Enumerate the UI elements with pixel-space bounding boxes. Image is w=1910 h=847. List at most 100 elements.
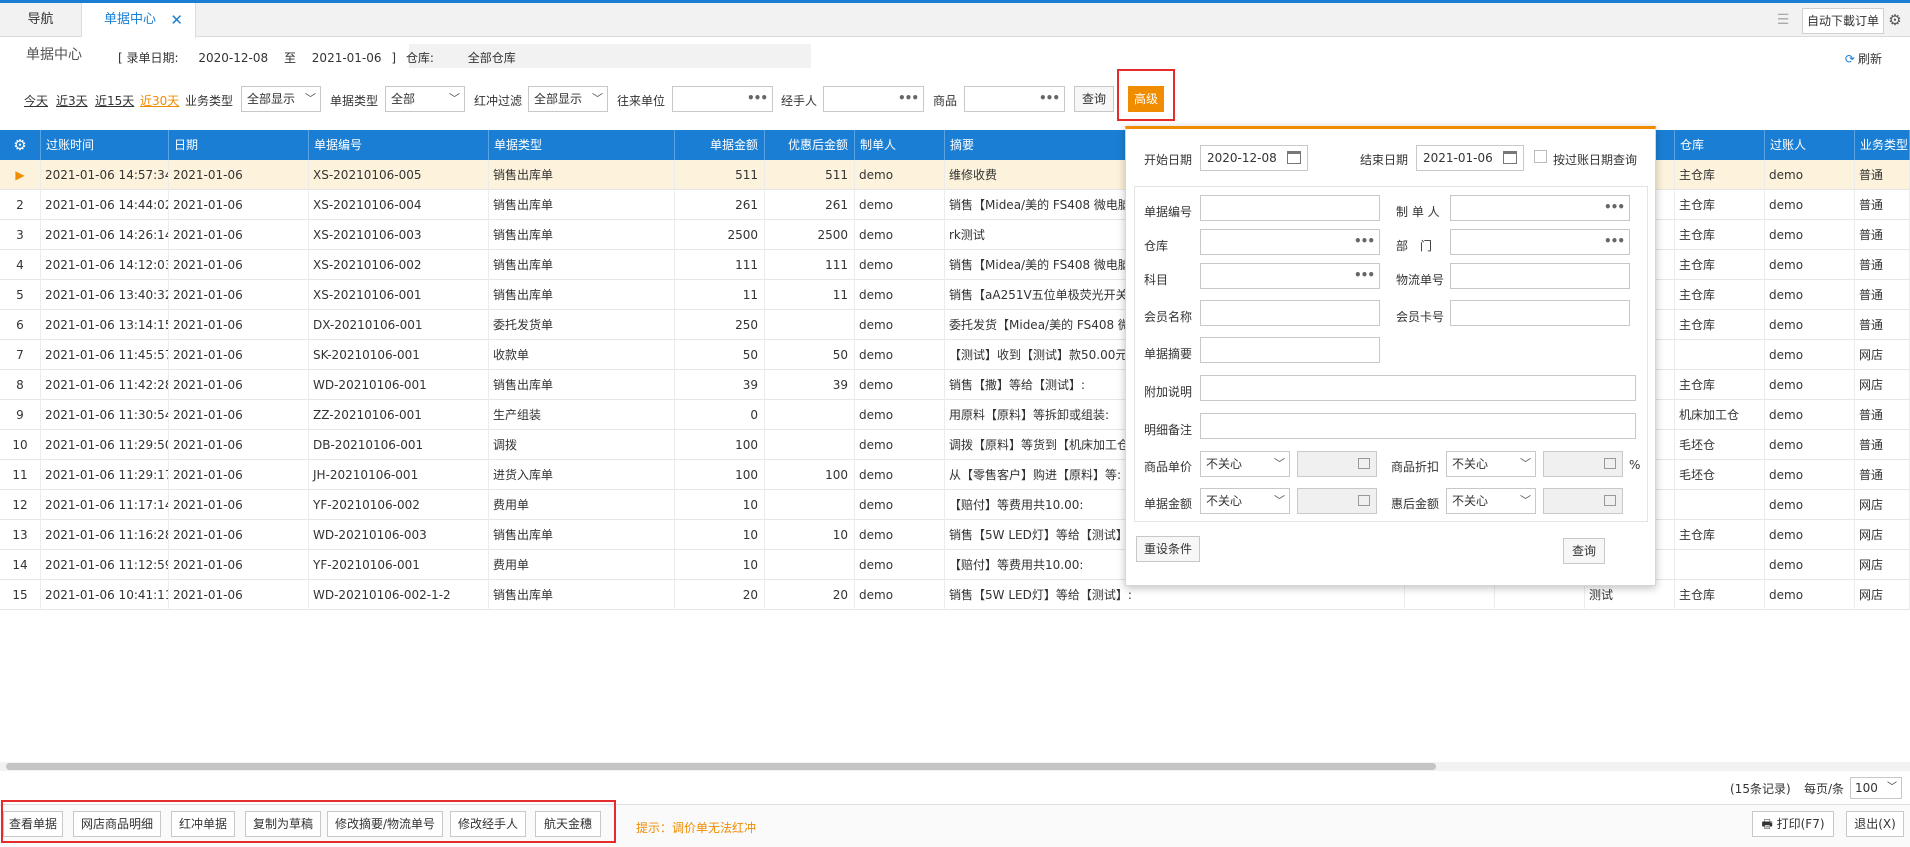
post-date-label: 按过账日期查询 <box>1553 153 1638 167</box>
after-amount-value-input[interactable] <box>1543 488 1623 514</box>
horizontal-scrollbar[interactable] <box>6 763 1436 770</box>
cell-doc-no: WD-20210106-002-1-2 <box>309 580 489 610</box>
cell-maker: demo <box>855 280 945 310</box>
start-date-label: 开始日期 <box>1144 153 1193 167</box>
cell-after-amount <box>765 490 855 520</box>
cell-poster: demo <box>1765 400 1855 430</box>
gear-icon[interactable]: ⚙ <box>0 130 41 160</box>
list-icon[interactable]: ☰ <box>1768 8 1798 34</box>
member-card-input[interactable] <box>1450 300 1630 326</box>
exit-button[interactable]: 退出(X) <box>1846 811 1904 837</box>
col-warehouse[interactable]: 仓库 <box>1675 130 1765 160</box>
cell-after-amount: 11 <box>765 280 855 310</box>
col-doc-type[interactable]: 单据类型 <box>489 130 675 160</box>
summary-input[interactable] <box>1200 337 1380 363</box>
cell-maker: demo <box>855 490 945 520</box>
extra-input[interactable] <box>1200 375 1636 401</box>
subject-input[interactable]: ••• <box>1200 263 1380 289</box>
cell-biz-type: 普通 <box>1855 400 1910 430</box>
cell-row-index: 14 <box>0 550 41 580</box>
maker-input[interactable]: ••• <box>1450 195 1630 221</box>
calendar-icon[interactable] <box>1287 151 1301 164</box>
filter-3days[interactable]: 近3天 <box>56 92 88 109</box>
goods-input[interactable]: ••• <box>964 86 1065 112</box>
cell-amount: 0 <box>675 400 765 430</box>
col-poster[interactable]: 过账人 <box>1765 130 1855 160</box>
cell-doc-no: WD-20210106-003 <box>309 520 489 550</box>
calculator-icon[interactable] <box>1358 458 1370 469</box>
per-page-select[interactable]: 100 ﹀ <box>1850 777 1902 799</box>
calculator-icon[interactable] <box>1604 458 1616 469</box>
cell-poster: demo <box>1765 460 1855 490</box>
post-date-checkbox[interactable] <box>1534 150 1547 163</box>
doc-type-value: 全部 <box>391 92 416 106</box>
col-amount[interactable]: 单据金额 <box>675 130 765 160</box>
after-amount-select[interactable]: 不关心 ﹀ <box>1446 488 1536 514</box>
discount-select[interactable]: 不关心 ﹀ <box>1446 451 1536 477</box>
col-date[interactable]: 日期 <box>169 130 309 160</box>
red-filter-value: 全部显示 <box>534 92 583 106</box>
highlight-box-footer <box>1 800 616 843</box>
handler-input[interactable]: ••• <box>823 86 924 112</box>
gear-icon[interactable]: ⚙ <box>1884 8 1906 34</box>
cell-doc-type: 销售出库单 <box>489 580 675 610</box>
col-biz-type[interactable]: 业务类型 <box>1855 130 1910 160</box>
more-icon[interactable]: ••• <box>1354 230 1375 252</box>
more-icon[interactable]: ••• <box>898 87 919 109</box>
amount-select[interactable]: 不关心 ﹀ <box>1200 488 1290 514</box>
red-filter-select[interactable]: 全部显示 ﹀ <box>528 86 608 112</box>
reset-button[interactable]: 重设条件 <box>1136 536 1200 562</box>
end-date-input[interactable]: 2021-01-06 <box>1416 145 1524 171</box>
col-after-amount[interactable]: 优惠后金额 <box>765 130 855 160</box>
print-button[interactable]: 🖶 打印(F7) <box>1752 811 1834 837</box>
logistics-input[interactable] <box>1450 263 1630 289</box>
col-doc-no[interactable]: 单据编号 <box>309 130 489 160</box>
more-icon[interactable]: ••• <box>747 87 768 109</box>
start-date-input[interactable]: 2020-12-08 <box>1200 145 1308 171</box>
more-icon[interactable]: ••• <box>1604 196 1625 218</box>
dept-label: 部 门 <box>1396 239 1433 253</box>
more-icon[interactable]: ••• <box>1604 230 1625 252</box>
cell-warehouse <box>1675 340 1765 370</box>
advanced-query-button[interactable]: 查询 <box>1563 538 1605 564</box>
col-maker[interactable]: 制单人 <box>855 130 945 160</box>
amount-option: 不关心 <box>1206 494 1243 508</box>
member-name-input[interactable] <box>1200 300 1380 326</box>
doc-type-select[interactable]: 全部 ﹀ <box>385 86 465 112</box>
chevron-down-icon: ﹀ <box>1274 494 1285 507</box>
percent-sign: % <box>1629 458 1641 472</box>
more-icon[interactable]: ••• <box>1039 87 1060 109</box>
tab-document-center[interactable]: 单据中心 ✕ <box>82 3 196 38</box>
doc-no-input[interactable] <box>1200 195 1380 221</box>
filter-15days[interactable]: 近15天 <box>95 92 134 109</box>
col-post-time[interactable]: 过账时间 <box>41 130 169 160</box>
filter-30days[interactable]: 近30天 <box>140 92 179 109</box>
tab-navigation[interactable]: 导航 <box>0 3 82 37</box>
cell-row-index: 8 <box>0 370 41 400</box>
dept-input[interactable]: ••• <box>1450 229 1630 255</box>
calculator-icon[interactable] <box>1358 495 1370 506</box>
partner-label: 往来单位 <box>617 94 666 108</box>
detail-input[interactable] <box>1200 413 1636 439</box>
amount-value-input[interactable] <box>1297 488 1377 514</box>
more-icon[interactable]: ••• <box>1354 264 1375 286</box>
refresh-button[interactable]: ⟳ 刷新 <box>1845 50 1882 67</box>
filter-today[interactable]: 今天 <box>24 92 48 109</box>
partner-input[interactable]: ••• <box>672 86 773 112</box>
discount-value-input[interactable] <box>1543 451 1623 477</box>
cell-doc-type: 销售出库单 <box>489 280 675 310</box>
biz-type-select[interactable]: 全部显示 ﹀ <box>241 86 321 112</box>
cell-amount: 10 <box>675 490 765 520</box>
auto-download-button[interactable]: 自动下載订单 <box>1802 8 1884 34</box>
cell-biz-type: 网店 <box>1855 520 1910 550</box>
query-button[interactable]: 查询 <box>1074 86 1114 112</box>
unit-price-value-input[interactable] <box>1297 451 1377 477</box>
close-icon[interactable]: ✕ <box>170 3 183 37</box>
cell-row-index: 6 <box>0 310 41 340</box>
calendar-icon[interactable] <box>1503 151 1517 164</box>
cell-poster: demo <box>1765 520 1855 550</box>
unit-price-select[interactable]: 不关心 ﹀ <box>1200 451 1290 477</box>
cell-post-time: 2021-01-06 14:57:34 <box>41 160 169 190</box>
calculator-icon[interactable] <box>1604 495 1616 506</box>
warehouse-input[interactable]: ••• <box>1200 229 1380 255</box>
